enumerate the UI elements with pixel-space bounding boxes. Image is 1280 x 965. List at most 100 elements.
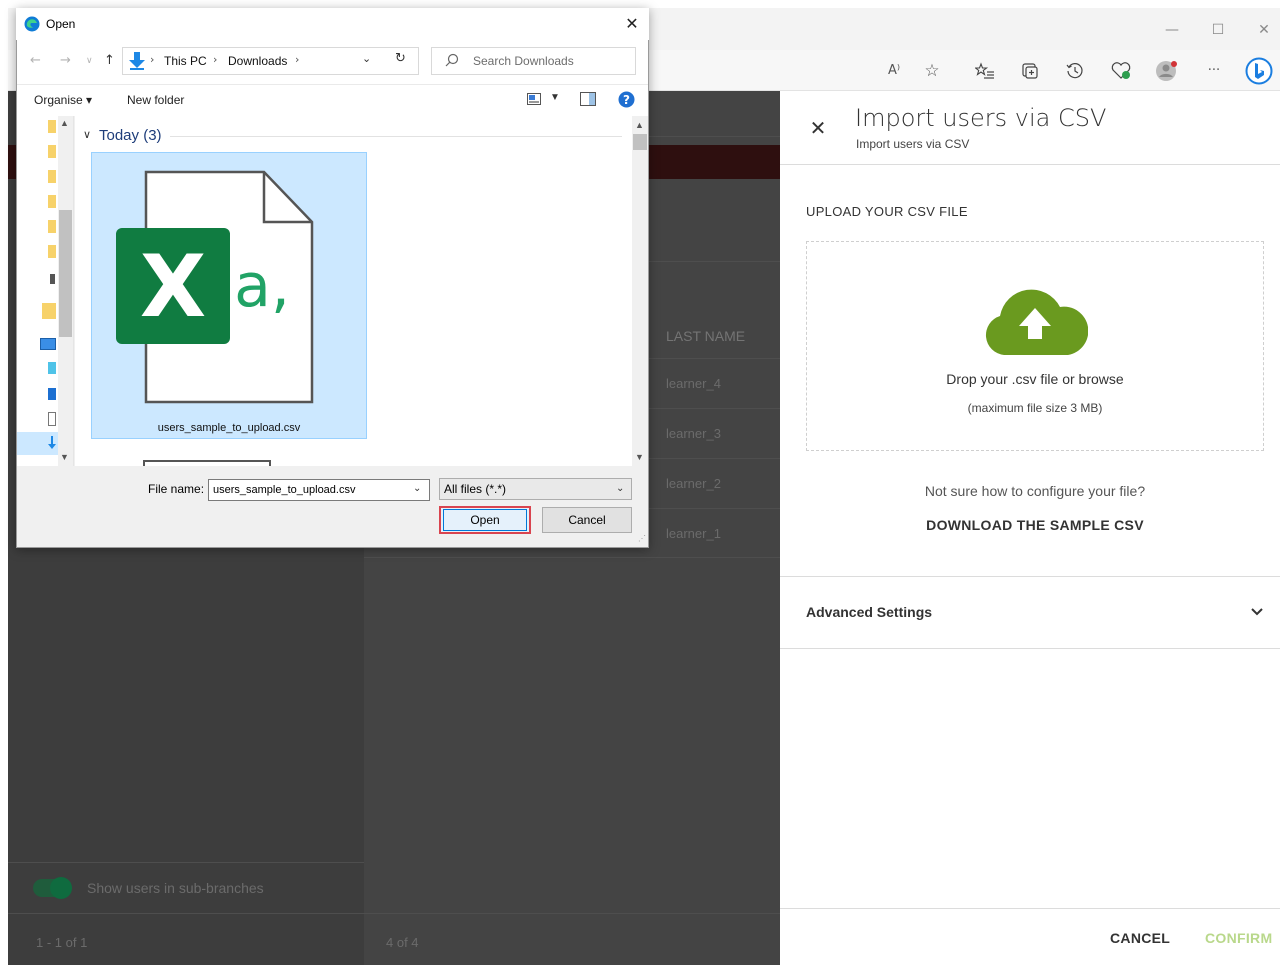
favorite-star-icon[interactable]: ☆ (920, 60, 944, 82)
drop-instructions: Drop your .csv file or browse (946, 371, 1124, 387)
desktop-icon[interactable] (48, 388, 56, 400)
table-cell-last-name: learner_1 (666, 526, 721, 541)
folder-icon[interactable] (48, 170, 56, 183)
file-item-name: users_sample_to_upload.csv (157, 422, 301, 434)
dialog-cancel-label: Cancel (568, 513, 606, 527)
view-dropdown-icon[interactable]: ▼ (550, 92, 560, 103)
edge-logo-icon (24, 16, 40, 32)
network-icon[interactable] (48, 362, 56, 374)
back-arrow-icon[interactable]: ← (30, 53, 41, 68)
chevron-down-icon[interactable]: ⌄ (616, 483, 624, 494)
file-scrollbar[interactable] (632, 116, 648, 466)
scroll-up-icon[interactable]: ▲ (60, 118, 69, 128)
close-icon[interactable]: ✕ (808, 118, 828, 138)
downloads-icon (128, 52, 146, 70)
minimize-button[interactable]: — (1160, 18, 1184, 42)
divider (170, 136, 622, 137)
favorites-list-icon[interactable] (973, 61, 995, 81)
divider (364, 557, 780, 558)
breadcrumb-downloads[interactable]: Downloads (228, 54, 287, 68)
scroll-up-icon[interactable]: ▲ (635, 120, 644, 130)
help-text: Not sure how to configure your file? (924, 483, 1146, 499)
divider (780, 908, 1280, 909)
breadcrumb-this-pc[interactable]: This PC (164, 54, 207, 68)
search-placeholder: Search Downloads (473, 54, 574, 68)
file-name-input[interactable] (208, 479, 430, 501)
collections-icon[interactable] (1020, 61, 1040, 81)
up-arrow-icon[interactable]: ↑ (104, 53, 115, 68)
folder-icon[interactable] (48, 195, 56, 208)
divider (780, 164, 1280, 165)
resize-grip-icon[interactable]: ⋰ (638, 534, 646, 543)
csv-file-icon: X a, (112, 170, 322, 406)
chevron-down-icon[interactable]: ⌄ (413, 483, 421, 494)
folder-icon[interactable] (48, 245, 56, 258)
table-cell-last-name: learner_2 (666, 476, 721, 491)
file-scrollbar-thumb[interactable] (633, 134, 647, 150)
more-icon[interactable]: ··· (1202, 60, 1226, 82)
file-name-label: File name: (148, 482, 205, 496)
chevron-down-icon[interactable]: ∨ (83, 128, 91, 141)
downloads-icon (48, 436, 56, 450)
documents-icon[interactable] (48, 412, 56, 426)
read-aloud-icon[interactable]: A⁾ (882, 60, 906, 82)
scroll-down-icon[interactable]: ▼ (635, 452, 644, 462)
forward-arrow-icon[interactable]: → (60, 53, 71, 68)
profile-icon[interactable] (1155, 59, 1179, 83)
divider (780, 648, 1280, 649)
dialog-title: Open (46, 17, 76, 31)
toggle-knob (50, 877, 72, 899)
svg-text:X: X (140, 237, 206, 337)
table-cell-last-name: learner_3 (666, 426, 721, 441)
divider (8, 913, 780, 914)
preview-pane-icon[interactable] (580, 92, 596, 106)
folder-icon[interactable] (48, 120, 56, 133)
recent-locations-icon[interactable]: ∨ (86, 56, 93, 66)
browser-essentials-icon[interactable] (1110, 61, 1132, 81)
view-icon[interactable] (527, 92, 541, 105)
maximize-button[interactable]: ☐ (1206, 18, 1230, 42)
new-folder-button[interactable]: New folder (127, 93, 184, 107)
help-icon[interactable]: ? (618, 91, 635, 108)
file-type-value: All files (*.*) (444, 482, 507, 496)
svg-text:?: ? (623, 93, 630, 107)
table-cell-last-name: learner_4 (666, 376, 721, 391)
divider (780, 576, 1280, 577)
scroll-down-icon[interactable]: ▼ (60, 452, 69, 462)
organise-menu[interactable]: Organise ▾ (34, 93, 92, 107)
bing-icon[interactable] (1245, 57, 1273, 85)
folder-icon[interactable] (48, 220, 56, 233)
pagination-table: 4 of 4 (386, 935, 419, 950)
breadcrumb-separator: › (150, 53, 155, 66)
cloud-upload-icon (982, 283, 1089, 357)
upload-section-label: UPLOAD YOUR CSV FILE (806, 204, 968, 219)
history-icon[interactable] (1065, 61, 1085, 81)
drive-icon[interactable] (50, 274, 55, 284)
folder-icon[interactable] (42, 303, 56, 319)
nav-scrollbar-thumb[interactable] (59, 210, 72, 337)
svg-text:a,: a, (234, 251, 290, 321)
close-window-button[interactable]: ✕ (1252, 18, 1276, 42)
download-sample-link[interactable]: DOWNLOAD THE SAMPLE CSV (806, 517, 1264, 533)
confirm-button[interactable]: CONFIRM (1205, 930, 1272, 946)
search-icon (445, 53, 459, 67)
sub-branches-label: Show users in sub-branches (87, 880, 264, 896)
cancel-button[interactable]: CANCEL (1110, 930, 1170, 946)
open-button-label: Open (470, 513, 500, 527)
column-header-last-name: LAST NAME (666, 328, 746, 344)
breadcrumb-separator[interactable]: › (295, 53, 299, 66)
dialog-titlebar (16, 8, 649, 40)
this-pc-icon[interactable] (40, 338, 56, 350)
chevron-down-icon[interactable] (1248, 603, 1266, 621)
divider (8, 862, 364, 863)
drawer-title: Import users via CSV (855, 104, 1107, 132)
drawer-subtitle: Import users via CSV (856, 137, 970, 151)
address-dropdown-icon[interactable]: ⌄ (362, 52, 371, 65)
dialog-close-icon[interactable]: ✕ (622, 14, 642, 34)
refresh-icon[interactable]: ↻ (395, 51, 406, 66)
breadcrumb-separator: › (213, 53, 218, 66)
folder-icon[interactable] (48, 145, 56, 158)
pagination-left: 1 - 1 of 1 (36, 935, 88, 950)
group-header-today[interactable]: Today (3) (99, 127, 162, 144)
advanced-settings-toggle[interactable]: Advanced Settings (806, 604, 932, 620)
